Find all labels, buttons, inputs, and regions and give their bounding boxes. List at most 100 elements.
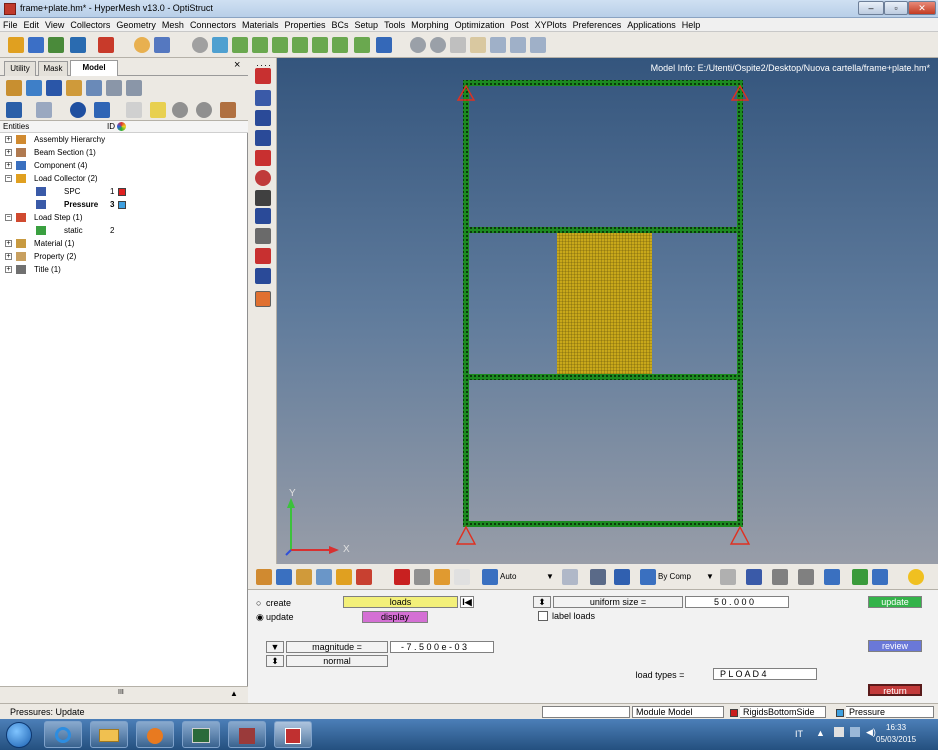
mesh-lines-icon[interactable] (720, 569, 736, 585)
isolate-icon[interactable] (150, 102, 166, 118)
load-types-field[interactable]: P L O A D 4 (713, 668, 817, 680)
tree-folder[interactable]: + Component (4) (0, 160, 248, 172)
tray-flag-icon[interactable] (834, 727, 844, 737)
update-radio[interactable]: ◉ (256, 612, 264, 623)
solver-view-icon[interactable] (86, 80, 102, 96)
menu-setup[interactable]: Setup (352, 18, 382, 31)
scroll-up-icon[interactable]: ▲ (230, 689, 238, 698)
tree-item[interactable]: static 2 (0, 225, 248, 237)
normal-option[interactable]: normal (286, 655, 388, 667)
reverse-icon[interactable] (220, 102, 236, 118)
reset-selection-icon[interactable]: I◀ (460, 596, 474, 608)
tree-folder[interactable]: + Assembly Hierarchy (0, 134, 248, 146)
help-icon[interactable] (454, 569, 470, 585)
display-props-icon[interactable] (296, 569, 312, 585)
expand-icon[interactable]: + (5, 162, 12, 169)
options-icon[interactable] (154, 37, 170, 53)
minimize-button[interactable]: – (858, 1, 884, 15)
rotate-left-icon[interactable] (212, 37, 228, 53)
delete-icon[interactable] (394, 569, 410, 585)
assembly-view-icon[interactable] (6, 80, 22, 96)
shading-icon[interactable] (590, 569, 606, 585)
maximize-button[interactable]: ▫ (884, 1, 908, 15)
menu-applications[interactable]: Applications (624, 18, 679, 31)
pan-hand-icon[interactable] (470, 37, 486, 53)
menu-post[interactable]: Post (508, 18, 532, 31)
by-comp-icon[interactable] (640, 569, 656, 585)
display-all-icon[interactable] (256, 569, 272, 585)
view-left-icon[interactable] (292, 37, 308, 53)
element-display-icon[interactable] (746, 569, 762, 585)
expand-icon[interactable]: + (5, 136, 12, 143)
open-model-icon[interactable] (8, 37, 24, 53)
shaded-elements-icon[interactable] (255, 90, 271, 106)
view-bottom-icon[interactable] (272, 37, 288, 53)
taskbar-explorer-icon[interactable] (90, 721, 128, 748)
menu-bcs[interactable]: BCs (329, 18, 352, 31)
rotate-center-icon[interactable] (530, 37, 546, 53)
display-sets-icon[interactable] (316, 569, 332, 585)
menu-collectors[interactable]: Collectors (67, 18, 113, 31)
display-loads-icon[interactable] (336, 569, 352, 585)
material-view-icon[interactable] (66, 80, 82, 96)
numbers-123-icon[interactable] (255, 208, 271, 224)
update-button[interactable]: update (868, 596, 922, 608)
tab-utility[interactable]: Utility (4, 61, 36, 76)
close-panel-icon[interactable]: × (234, 60, 240, 71)
surface-display-icon[interactable] (798, 569, 814, 585)
save-icon[interactable] (48, 37, 64, 53)
display-comps-icon[interactable] (276, 569, 292, 585)
label-abc-icon[interactable] (255, 228, 271, 244)
graphics-area[interactable]: Model Info: E:/Utenti/Ospite2/Desktop/Nu… (277, 58, 938, 564)
menu-properties[interactable]: Properties (281, 18, 328, 31)
return-button[interactable]: return (868, 684, 922, 696)
spin-icon[interactable] (490, 37, 506, 53)
tree-folder[interactable]: − Load Step (1) (0, 212, 248, 224)
normal-toggle[interactable]: ⬍ (266, 655, 284, 667)
tree-folder[interactable]: − Load Collector (2) (0, 173, 248, 185)
comp-view-icon[interactable] (26, 80, 42, 96)
review-button[interactable]: review (868, 640, 922, 652)
model-canvas[interactable]: Y X (277, 58, 938, 564)
tree-folder[interactable]: + Title (1) (0, 264, 248, 276)
nodes-icon[interactable] (852, 569, 868, 585)
menu-mesh[interactable]: Mesh (159, 18, 187, 31)
transparency-icon[interactable] (255, 150, 271, 166)
close-button[interactable]: ✕ (908, 1, 936, 15)
expand-icon[interactable]: + (5, 240, 12, 247)
taskbar-ie-icon[interactable] (44, 721, 82, 748)
lighting-icon[interactable] (562, 569, 578, 585)
favorites-icon[interactable] (908, 569, 924, 585)
by-comp-label[interactable]: By Comp (658, 572, 691, 581)
taskbar-app-icon[interactable] (182, 721, 220, 748)
import-geometry-icon[interactable] (70, 37, 86, 53)
zoom-icon[interactable] (192, 37, 208, 53)
expand-icon[interactable]: + (5, 266, 12, 273)
status-loadcol[interactable]: Pressure (846, 706, 934, 718)
view-top-icon[interactable] (252, 37, 268, 53)
expand-all-icon[interactable] (36, 102, 52, 118)
display-loadsteps-icon[interactable] (356, 569, 372, 585)
by-comp-display-icon[interactable] (255, 68, 271, 84)
menu-help[interactable]: Help (679, 18, 704, 31)
start-button[interactable] (6, 722, 32, 748)
menu-xyplots[interactable]: XYPlots (532, 18, 570, 31)
tab-model[interactable]: Model (70, 60, 118, 76)
color-swatch[interactable] (118, 188, 126, 196)
property-view-icon[interactable] (46, 80, 62, 96)
magnitude-field[interactable]: - 7 . 5 0 0 e - 0 3 (390, 641, 494, 653)
visibility-plus-icon[interactable] (172, 102, 188, 118)
uniform-size-field[interactable]: 5 0 . 0 0 0 (685, 596, 789, 608)
view-back-icon[interactable] (354, 37, 370, 53)
loads-selector[interactable]: loads (343, 596, 458, 608)
feature-lines-icon[interactable] (255, 130, 271, 146)
auto-label[interactable]: Auto (500, 572, 516, 581)
user-profile-icon[interactable] (134, 37, 150, 53)
tree-item[interactable]: SPC 1 (0, 186, 248, 198)
find-icon[interactable] (434, 569, 450, 585)
label-load-icon[interactable] (255, 248, 271, 264)
hide-icon[interactable] (94, 102, 110, 118)
taskbar-media-icon[interactable] (136, 721, 174, 748)
collapse-icon[interactable]: − (5, 175, 12, 182)
zoom-out-icon[interactable] (430, 37, 446, 53)
